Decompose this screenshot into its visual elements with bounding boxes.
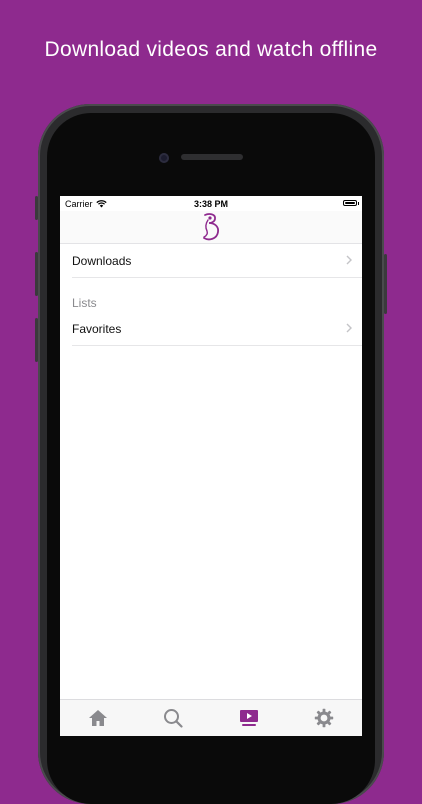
tab-search[interactable] bbox=[153, 703, 193, 733]
home-icon bbox=[88, 710, 107, 726]
b-silhouette-logo-icon bbox=[203, 213, 220, 241]
lists-section-header: Lists bbox=[72, 296, 97, 310]
tab-videos[interactable] bbox=[229, 703, 269, 733]
chevron-right-icon bbox=[346, 323, 352, 333]
navigation-bar bbox=[60, 211, 362, 244]
tab-home[interactable] bbox=[78, 703, 118, 733]
favorites-label: Favorites bbox=[72, 321, 122, 336]
front-camera bbox=[159, 153, 169, 163]
volume-up-button bbox=[35, 252, 38, 296]
mute-switch bbox=[35, 196, 38, 220]
volume-down-button bbox=[35, 318, 38, 362]
status-bar: Carrier 3:38 PM bbox=[60, 196, 362, 211]
promo-headline: Download videos and watch offline bbox=[44, 38, 378, 61]
battery-tip bbox=[357, 202, 359, 205]
downloads-label: Downloads bbox=[72, 253, 132, 268]
chevron-right-icon bbox=[346, 255, 352, 265]
status-time: 3:38 PM bbox=[193, 199, 228, 209]
search-icon bbox=[164, 709, 183, 728]
earpiece-speaker bbox=[181, 154, 243, 160]
app-screen: Carrier 3:38 PM Downloads Lists Favorite… bbox=[60, 196, 362, 736]
tab-settings[interactable] bbox=[304, 703, 344, 733]
battery-icon bbox=[343, 200, 357, 206]
downloads-row[interactable]: Downloads bbox=[72, 244, 362, 278]
favorites-row[interactable]: Favorites bbox=[72, 312, 362, 346]
tab-bar bbox=[60, 699, 362, 736]
gear-icon bbox=[315, 708, 334, 728]
power-button bbox=[384, 254, 387, 314]
play-screen-icon bbox=[239, 710, 258, 726]
